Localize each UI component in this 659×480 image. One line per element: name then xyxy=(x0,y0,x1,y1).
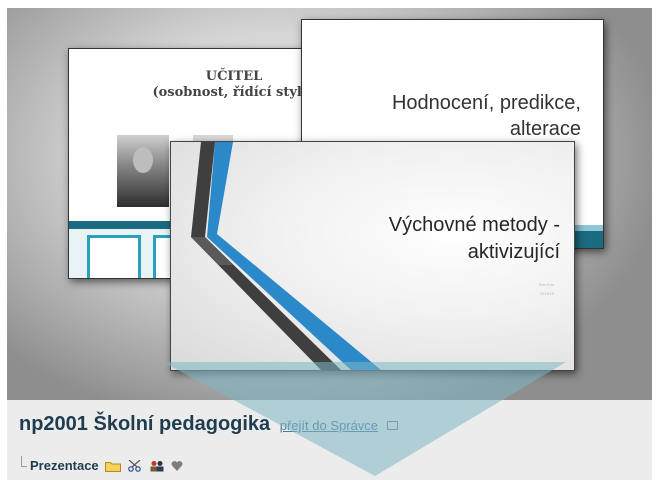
slide-subtitle: Petr Kos 2014/15 xyxy=(539,280,554,298)
slide-title: Hodnocení, predikce, alterace xyxy=(321,90,581,142)
slide-subtitle-line: Petr Kos xyxy=(538,282,554,287)
folder-label[interactable]: Prezentace xyxy=(30,458,99,473)
folder-icon[interactable] xyxy=(105,460,122,475)
slide-subtitle-line: 2014/15 xyxy=(539,291,554,296)
slide-title-line: UČITEL xyxy=(205,69,263,84)
scissors-icon[interactable] xyxy=(128,459,142,475)
slide-title-line: (osobnost, řídící styly) xyxy=(152,85,310,100)
slide-title: Výchovné metody - aktivizující xyxy=(310,212,560,266)
slide-title-line: aktivizující xyxy=(467,241,560,263)
slide-title-line: Výchovné metody - xyxy=(388,214,560,236)
course-panel: np2001 Školní pedagogika přejít do Správ… xyxy=(7,400,652,480)
people-icon[interactable] xyxy=(149,460,165,475)
presentation-preview: UČITEL (osobnost, řídící styly) Hodnocen… xyxy=(7,8,652,400)
folder-row: Prezentace xyxy=(30,458,183,475)
slide-title-line: Hodnocení, predikce, xyxy=(391,92,581,114)
manager-link[interactable]: přejít do Správce xyxy=(280,418,378,433)
portrait-photo xyxy=(117,135,169,207)
course-title: np2001 Školní pedagogika xyxy=(19,413,271,435)
heart-icon[interactable] xyxy=(171,460,183,475)
slide-title-line: alterace xyxy=(509,118,581,140)
tree-connector xyxy=(21,456,27,467)
course-heading: np2001 Školní pedagogika přejít do Správ… xyxy=(19,413,398,436)
slide-title: UČITEL (osobnost, řídící styly) xyxy=(129,69,310,101)
window-icon[interactable] xyxy=(386,421,398,430)
slide-thumbnail-vychovne-metody[interactable]: Výchovné metody - aktivizující Petr Kos … xyxy=(170,141,575,371)
